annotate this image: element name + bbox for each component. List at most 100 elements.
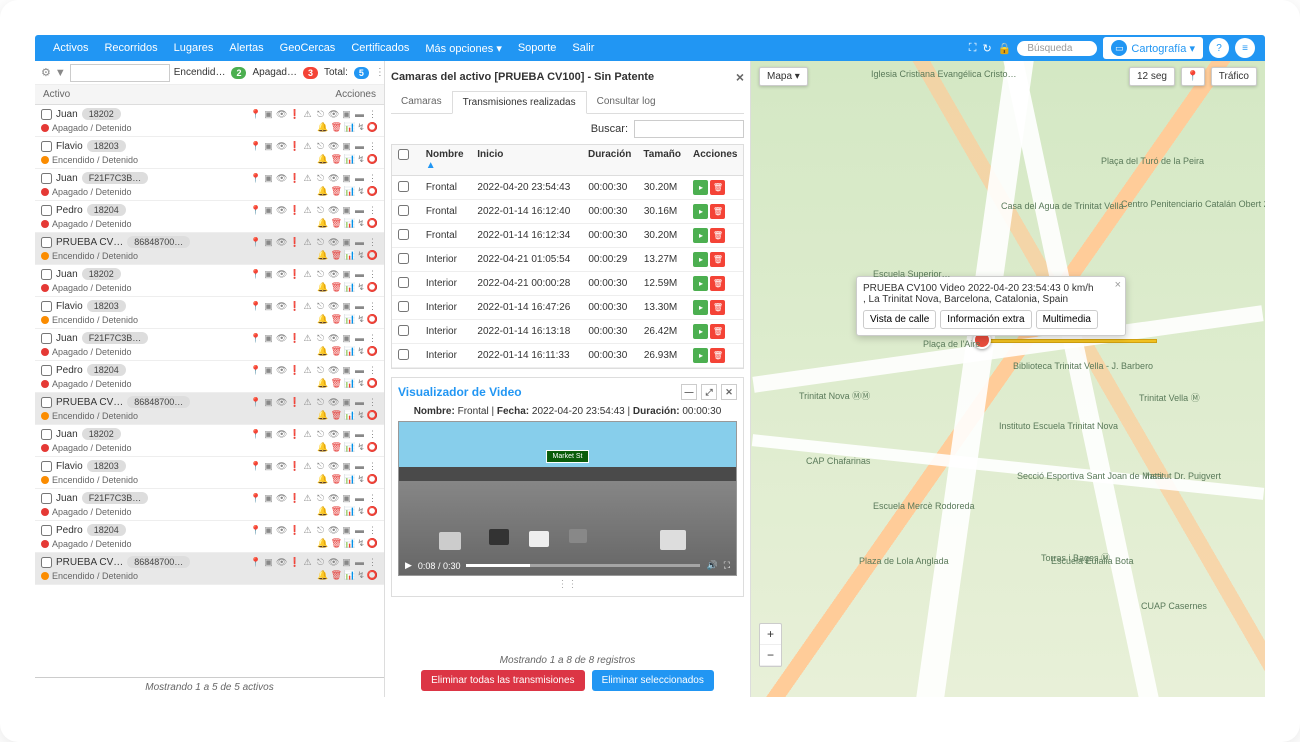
action-icon[interactable]: 👁 bbox=[276, 557, 287, 568]
menu-activos[interactable]: Activos bbox=[45, 37, 96, 60]
action-icon[interactable]: 👁 bbox=[328, 333, 339, 344]
row-checkbox[interactable] bbox=[398, 205, 409, 216]
global-search[interactable]: Búsqueda bbox=[1017, 41, 1097, 56]
action-icon[interactable]: ⋮ bbox=[367, 141, 378, 152]
status-icon[interactable]: 🔔 bbox=[317, 314, 328, 325]
action-icon[interactable]: 📍 bbox=[250, 397, 261, 408]
action-icon[interactable]: ▬ bbox=[354, 301, 365, 312]
status-icon[interactable]: 🔔 bbox=[317, 538, 328, 549]
action-icon[interactable]: ❗ bbox=[289, 173, 300, 184]
seek-bar[interactable] bbox=[466, 564, 700, 567]
action-icon[interactable]: 👁 bbox=[276, 237, 287, 248]
action-icon[interactable]: 👁 bbox=[276, 109, 287, 120]
action-icon[interactable]: ▬ bbox=[354, 237, 365, 248]
map-poi[interactable]: CUAP Casernes bbox=[1141, 601, 1207, 611]
asset-row[interactable]: Juan18202📍▣👁❗⚠⎋👁▣▬⋮Apagado / Detenido🔔🗑📊… bbox=[35, 265, 384, 297]
action-icon[interactable]: ❗ bbox=[289, 461, 300, 472]
action-icon[interactable]: ❗ bbox=[289, 109, 300, 120]
asset-checkbox[interactable] bbox=[41, 109, 52, 120]
action-icon[interactable]: 👁 bbox=[328, 525, 339, 536]
action-icon[interactable]: ▣ bbox=[341, 557, 352, 568]
action-icon[interactable]: ⋮ bbox=[367, 301, 378, 312]
action-icon[interactable]: ▬ bbox=[354, 333, 365, 344]
status-icon[interactable]: 🔔 bbox=[317, 378, 328, 389]
action-icon[interactable]: 👁 bbox=[328, 205, 339, 216]
action-icon[interactable]: ▣ bbox=[263, 301, 274, 312]
action-icon[interactable]: ❗ bbox=[289, 557, 300, 568]
row-checkbox[interactable] bbox=[398, 301, 409, 312]
status-icon[interactable]: ⭕ bbox=[367, 186, 378, 197]
action-icon[interactable]: ⋮ bbox=[367, 557, 378, 568]
minimize-icon[interactable]: — bbox=[681, 384, 697, 400]
status-icon[interactable]: 🔔 bbox=[317, 506, 328, 517]
action-icon[interactable]: 👁 bbox=[276, 301, 287, 312]
action-icon[interactable]: 👁 bbox=[276, 365, 287, 376]
asset-checkbox[interactable] bbox=[41, 557, 52, 568]
action-icon[interactable]: ▣ bbox=[263, 525, 274, 536]
action-icon[interactable]: ⚠ bbox=[302, 205, 313, 216]
delete-button[interactable]: 🗑 bbox=[710, 300, 725, 315]
status-icon[interactable]: 📊 bbox=[344, 282, 355, 293]
delete-all-button[interactable]: Eliminar todas las transmisiones bbox=[421, 670, 584, 691]
action-icon[interactable]: ⎋ bbox=[315, 205, 326, 216]
status-icon[interactable]: 📊 bbox=[344, 378, 355, 389]
status-icon[interactable]: 🗑 bbox=[331, 122, 342, 133]
action-icon[interactable]: ▬ bbox=[354, 205, 365, 216]
action-icon[interactable]: ⋮ bbox=[367, 205, 378, 216]
status-icon[interactable]: ⭕ bbox=[367, 538, 378, 549]
action-icon[interactable]: 👁 bbox=[276, 493, 287, 504]
action-icon[interactable]: ▣ bbox=[341, 141, 352, 152]
action-icon[interactable]: ▣ bbox=[341, 301, 352, 312]
play-button[interactable]: ▸ bbox=[693, 324, 708, 339]
action-icon[interactable]: 👁 bbox=[276, 269, 287, 280]
volume-icon[interactable]: 🔊 bbox=[706, 560, 717, 571]
action-icon[interactable]: ▬ bbox=[354, 493, 365, 504]
zoom-in-button[interactable]: + bbox=[760, 624, 781, 645]
action-icon[interactable]: ⋮ bbox=[367, 397, 378, 408]
status-icon[interactable]: ↯ bbox=[357, 218, 365, 229]
action-icon[interactable]: ▣ bbox=[263, 461, 274, 472]
status-icon[interactable]: 🔔 bbox=[317, 570, 328, 581]
action-icon[interactable]: ▬ bbox=[354, 557, 365, 568]
row-checkbox[interactable] bbox=[398, 253, 409, 264]
delete-button[interactable]: 🗑 bbox=[710, 348, 725, 363]
action-icon[interactable]: ▣ bbox=[263, 269, 274, 280]
close-icon[interactable]: × bbox=[736, 69, 744, 85]
action-icon[interactable]: 📍 bbox=[250, 173, 261, 184]
action-icon[interactable]: ⚠ bbox=[302, 365, 313, 376]
map-poi[interactable]: Escuela Mercè Rodoreda bbox=[873, 501, 975, 511]
asset-row[interactable]: JuanF21F7C3B…📍▣👁❗⚠⎋👁▣▬⋮Apagado / Detenid… bbox=[35, 329, 384, 361]
action-icon[interactable]: ⋮ bbox=[367, 525, 378, 536]
status-icon[interactable]: 🔔 bbox=[317, 442, 328, 453]
action-icon[interactable]: 👁 bbox=[276, 461, 287, 472]
play-button[interactable]: ▸ bbox=[693, 276, 708, 291]
action-icon[interactable]: ▣ bbox=[263, 429, 274, 440]
action-icon[interactable]: ⚠ bbox=[302, 397, 313, 408]
status-icon[interactable]: ↯ bbox=[357, 154, 365, 165]
action-icon[interactable]: ⋮ bbox=[367, 269, 378, 280]
menu-geocercas[interactable]: GeoCercas bbox=[272, 37, 344, 60]
action-icon[interactable]: 👁 bbox=[328, 269, 339, 280]
action-icon[interactable]: 📍 bbox=[250, 109, 261, 120]
action-icon[interactable]: ⎋ bbox=[315, 141, 326, 152]
map-poi[interactable]: Iglesia Cristiana Evangélica Cristo… bbox=[871, 69, 1017, 79]
action-icon[interactable]: ⚠ bbox=[302, 173, 313, 184]
action-icon[interactable]: ⚠ bbox=[302, 525, 313, 536]
action-icon[interactable]: 👁 bbox=[328, 237, 339, 248]
action-icon[interactable]: ⚠ bbox=[302, 109, 313, 120]
asset-row[interactable]: Pedro18204📍▣👁❗⚠⎋👁▣▬⋮Apagado / Detenido🔔🗑… bbox=[35, 361, 384, 393]
action-icon[interactable]: ⚠ bbox=[302, 301, 313, 312]
asset-checkbox[interactable] bbox=[41, 493, 52, 504]
action-icon[interactable]: 📍 bbox=[250, 333, 261, 344]
asset-checkbox[interactable] bbox=[41, 397, 52, 408]
status-icon[interactable]: ↯ bbox=[357, 186, 365, 197]
delete-button[interactable]: 🗑 bbox=[710, 180, 725, 195]
action-icon[interactable]: ⋮ bbox=[367, 429, 378, 440]
action-icon[interactable]: 📍 bbox=[250, 269, 261, 280]
action-icon[interactable]: ▣ bbox=[263, 397, 274, 408]
action-icon[interactable]: ▣ bbox=[263, 333, 274, 344]
cartography-dropdown[interactable]: ▭Cartografía ▾ bbox=[1103, 37, 1203, 59]
action-icon[interactable]: ❗ bbox=[289, 269, 300, 280]
asset-row[interactable]: Flavio18203📍▣👁❗⚠⎋👁▣▬⋮Encendido / Detenid… bbox=[35, 297, 384, 329]
status-icon[interactable]: ⭕ bbox=[367, 346, 378, 357]
